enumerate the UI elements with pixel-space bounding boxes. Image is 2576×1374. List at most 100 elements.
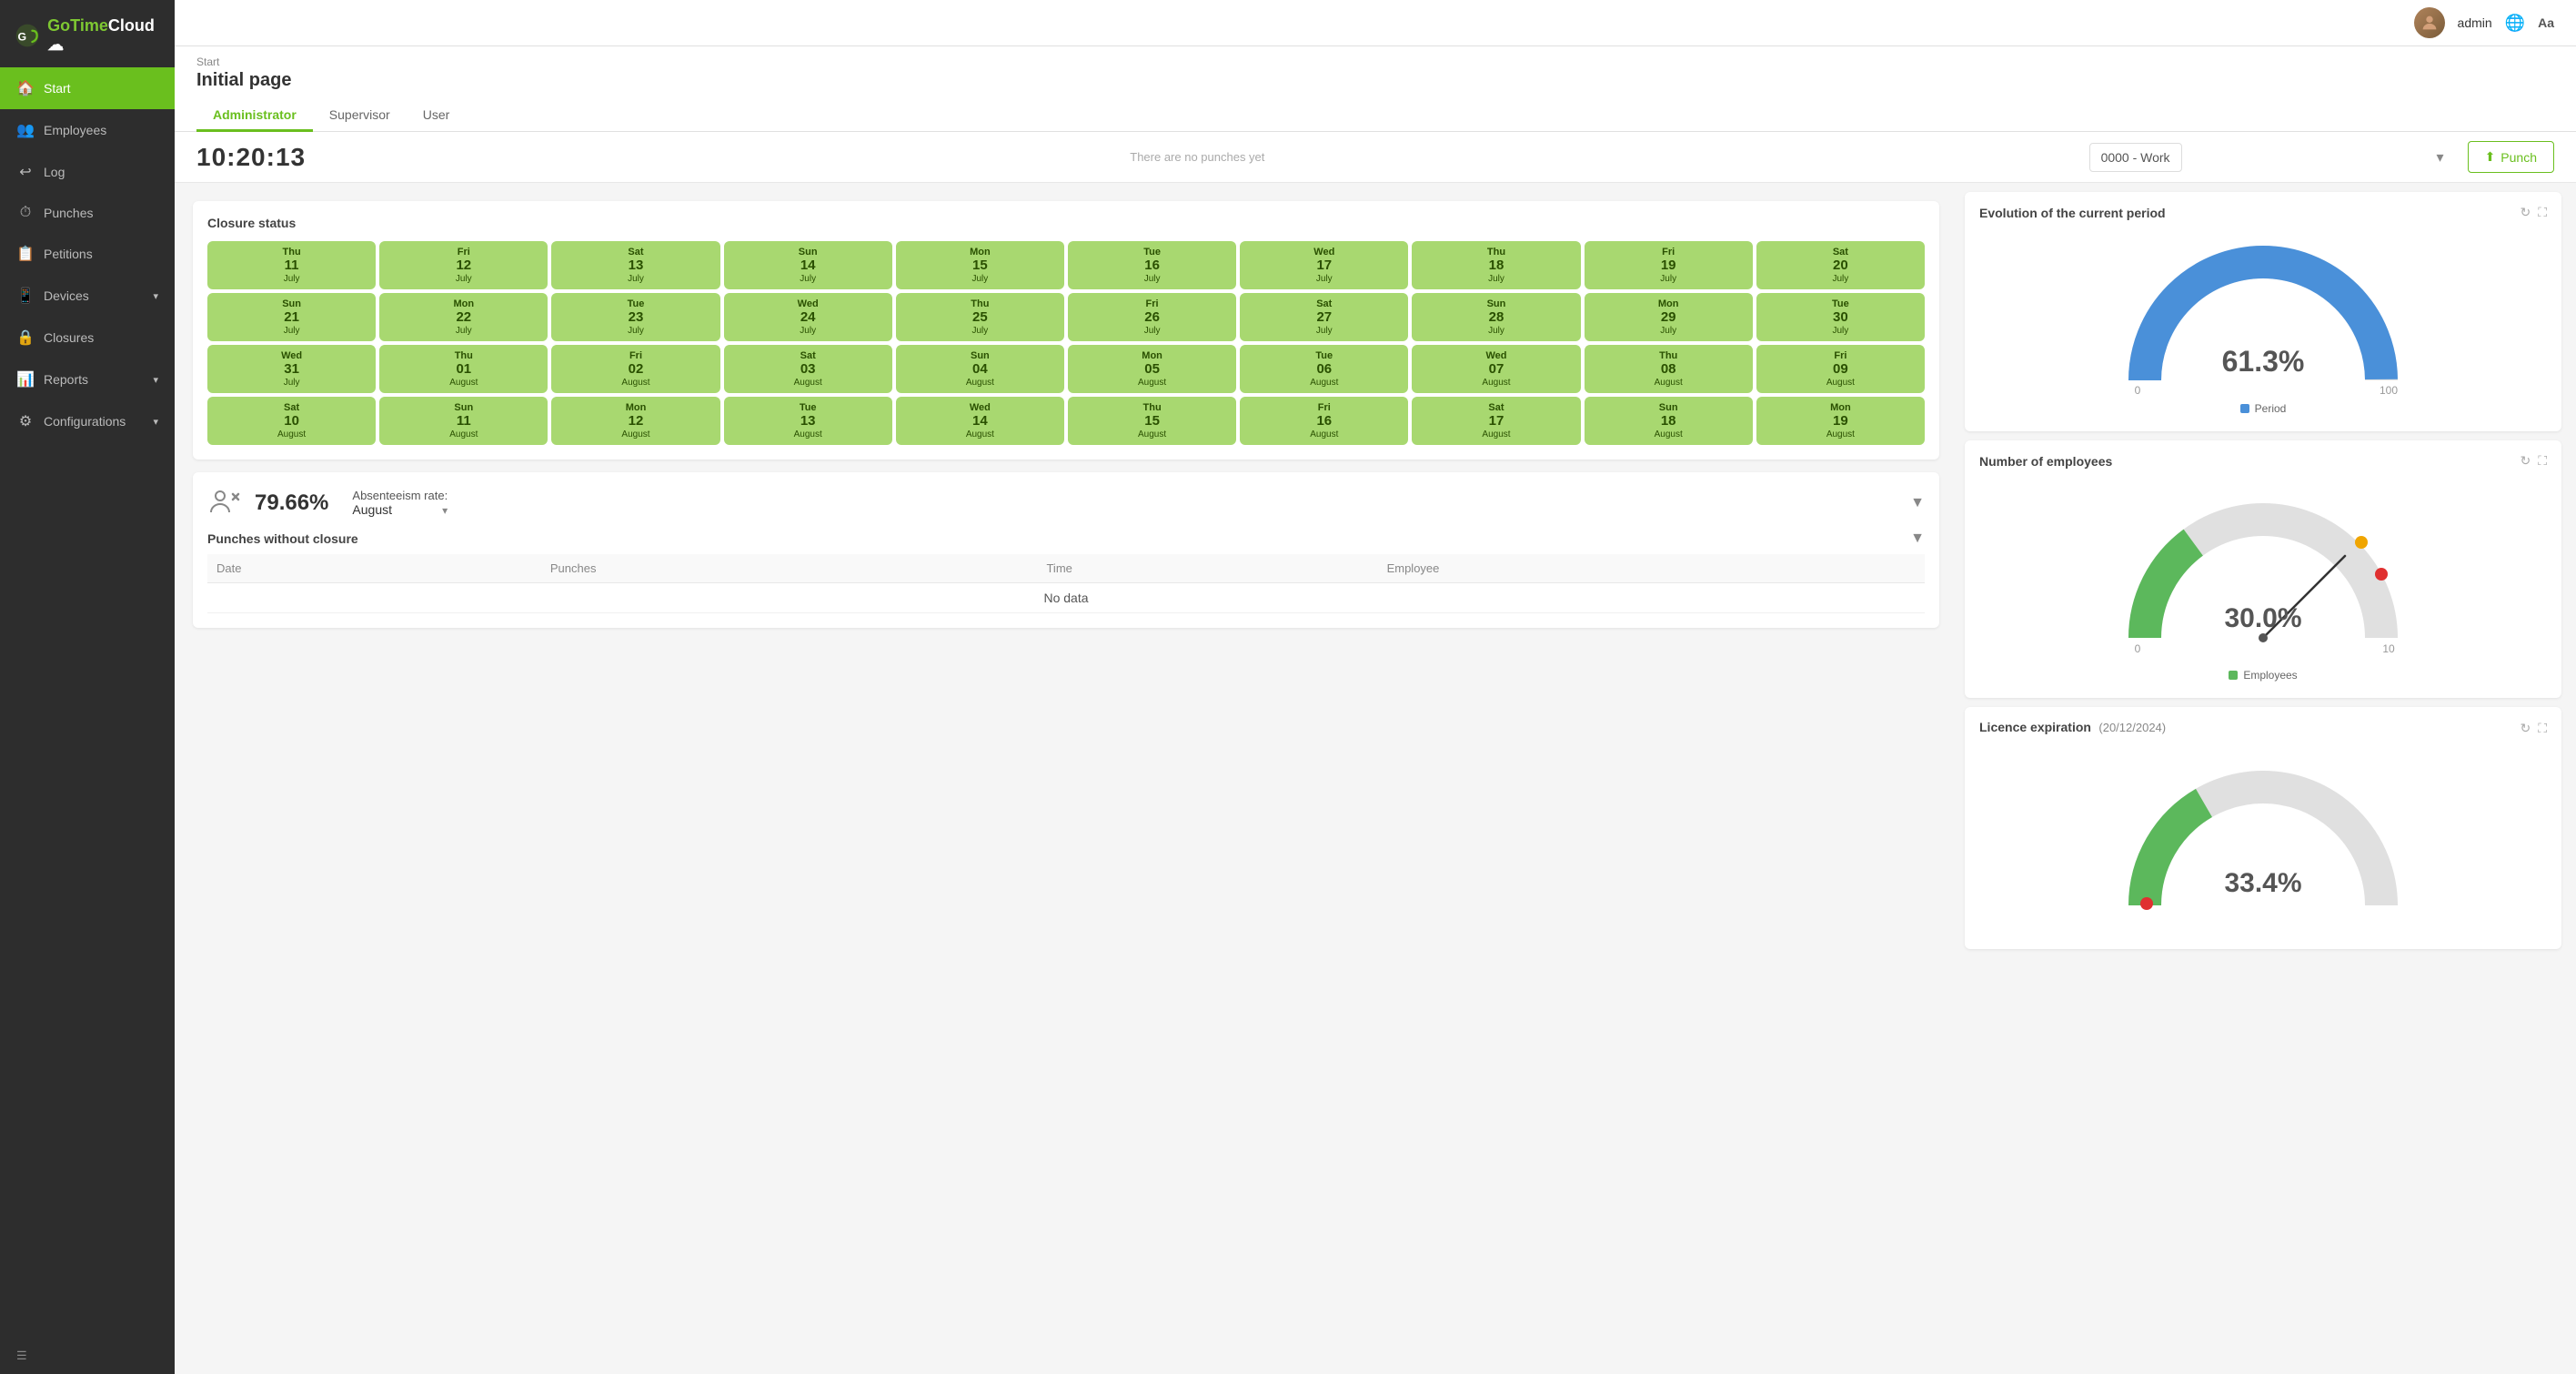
calendar-cell[interactable]: Mon15July — [896, 241, 1064, 289]
punches-icon: ⏱ — [16, 205, 35, 221]
calendar-cell[interactable]: Sun18August — [1585, 397, 1753, 445]
calendar-cell[interactable]: Tue23July — [551, 293, 719, 341]
closure-status-title: Closure status — [207, 216, 1925, 230]
current-time: 10:20:13 — [196, 143, 306, 172]
col-date: Date — [207, 554, 541, 583]
calendar-cell[interactable]: Mon19August — [1756, 397, 1925, 445]
calendar-cell[interactable]: Sat20July — [1756, 241, 1925, 289]
calendar-cell[interactable]: Sat10August — [207, 397, 376, 445]
sidebar-item-devices[interactable]: 📱 Devices ▾ — [0, 275, 175, 317]
calendar-cell[interactable]: Mon22July — [379, 293, 548, 341]
sidebar-item-start[interactable]: 🏠 Start — [0, 67, 175, 109]
licence-chart-title-group: Licence expiration (20/12/2024) — [1979, 720, 2166, 736]
filter-icon-absenteeism[interactable]: ▼ — [1910, 495, 1925, 511]
calendar-cell[interactable]: Thu25July — [896, 293, 1064, 341]
filter-icon-table[interactable]: ▼ — [1910, 530, 1925, 547]
closures-icon: 🔒 — [16, 328, 35, 347]
employees-chart-title: Number of employees — [1979, 454, 2112, 469]
sidebar-item-log[interactable]: ↩ Log — [0, 151, 175, 193]
employees-fullscreen-button[interactable]: ⛶ — [2538, 453, 2547, 469]
tab-supervisor[interactable]: Supervisor — [313, 100, 407, 132]
no-punches-text: There are no punches yet — [320, 150, 2074, 164]
calendar-cell[interactable]: Mon05August — [1068, 345, 1236, 393]
calendar-cell[interactable]: Sat13July — [551, 241, 719, 289]
punch-type-select[interactable]: 0000 - Work — [2089, 143, 2182, 172]
calendar-cell[interactable]: Mon29July — [1585, 293, 1753, 341]
employees-refresh-button[interactable]: ↻ — [2520, 453, 2531, 469]
calendar-cell[interactable]: Sun11August — [379, 397, 548, 445]
absenteeism-rate-label: Absenteeism rate: — [352, 489, 448, 502]
calendar-cell[interactable]: Fri26July — [1068, 293, 1236, 341]
licence-chart-title: Licence expiration — [1979, 720, 2091, 734]
calendar-cell[interactable]: Fri12July — [379, 241, 548, 289]
sidebar-item-log-label: Log — [44, 165, 65, 179]
logo: G GoTimeCloud ☁ — [0, 0, 175, 67]
font-size-button[interactable]: Aa — [2538, 15, 2554, 30]
calendar-cell[interactable]: Sat17August — [1412, 397, 1580, 445]
absenteeism-value: 79.66% — [255, 490, 328, 516]
svg-text:33.4%: 33.4% — [2224, 868, 2301, 898]
licence-fullscreen-button[interactable]: ⛶ — [2538, 721, 2547, 736]
licence-refresh-button[interactable]: ↻ — [2520, 721, 2531, 736]
calendar-cell[interactable]: Mon12August — [551, 397, 719, 445]
calendar-cell[interactable]: Thu15August — [1068, 397, 1236, 445]
licence-gauge-svg: 33.4% — [2118, 751, 2409, 933]
right-panel: Evolution of the current period ↻ ⛶ 0 — [1957, 183, 2576, 1374]
calendar-cell[interactable]: Thu01August — [379, 345, 548, 393]
calendar-cell[interactable]: Wed24July — [724, 293, 892, 341]
sidebar-item-reports[interactable]: 📊 Reports ▾ — [0, 359, 175, 400]
punches-table-header: Punches without closure ▼ — [207, 530, 1925, 547]
sidebar-item-punches-label: Punches — [44, 206, 93, 220]
calendar-cell[interactable]: Sun14July — [724, 241, 892, 289]
globe-icon[interactable]: 🌐 — [2505, 14, 2525, 33]
calendar-cell[interactable]: Fri16August — [1240, 397, 1408, 445]
punch-button[interactable]: ⬆ Punch — [2468, 141, 2554, 173]
calendar-cell[interactable]: Tue13August — [724, 397, 892, 445]
calendar-cell[interactable]: Wed17July — [1240, 241, 1408, 289]
punches-table-title: Punches without closure — [207, 531, 358, 546]
calendar-cell[interactable]: Sat03August — [724, 345, 892, 393]
calendar-cell[interactable]: Sun04August — [896, 345, 1064, 393]
calendar-cell[interactable]: Tue16July — [1068, 241, 1236, 289]
svg-text:30.0%: 30.0% — [2224, 603, 2301, 633]
employees-legend: Employees — [2229, 669, 2297, 682]
calendar-cell[interactable]: Sun21July — [207, 293, 376, 341]
punch-bar: 10:20:13 There are no punches yet 0000 -… — [175, 132, 2576, 183]
calendar-cell[interactable]: Tue30July — [1756, 293, 1925, 341]
calendar-cell[interactable]: Thu11July — [207, 241, 376, 289]
sidebar-item-configurations[interactable]: ⚙ Configurations ▾ — [0, 400, 175, 442]
evolution-fullscreen-button[interactable]: ⛶ — [2538, 205, 2547, 220]
sidebar-collapse-button[interactable]: ☰ — [0, 1338, 175, 1374]
sidebar-item-closures[interactable]: 🔒 Closures — [0, 317, 175, 359]
calendar-cell[interactable]: Wed31July — [207, 345, 376, 393]
calendar-cell[interactable]: Wed07August — [1412, 345, 1580, 393]
sidebar-item-punches[interactable]: ⏱ Punches — [0, 193, 175, 233]
punches-table: Date Punches Time Employee No data — [207, 554, 1925, 613]
sidebar-item-employees[interactable]: 👥 Employees — [0, 109, 175, 151]
calendar-cell[interactable]: Tue06August — [1240, 345, 1408, 393]
configurations-icon: ⚙ — [16, 412, 35, 430]
calendar-cell[interactable]: Wed14August — [896, 397, 1064, 445]
calendar-cell[interactable]: Fri02August — [551, 345, 719, 393]
devices-icon: 📱 — [16, 287, 35, 305]
absenteeism-icon — [207, 487, 240, 520]
col-punches: Punches — [541, 554, 1038, 583]
absenteeism-month-select[interactable]: August July June — [352, 502, 410, 517]
calendar-cell[interactable]: Thu08August — [1585, 345, 1753, 393]
calendar-cell[interactable]: Sun28July — [1412, 293, 1580, 341]
evolution-chart-title: Evolution of the current period — [1979, 206, 2166, 220]
content-area: Closure status Thu11JulyFri12JulySat13Ju… — [175, 183, 2576, 1374]
calendar-cell[interactable]: Sat27July — [1240, 293, 1408, 341]
sidebar-item-reports-label: Reports — [44, 372, 88, 387]
sidebar-item-petitions[interactable]: 📋 Petitions — [0, 233, 175, 275]
evolution-refresh-button[interactable]: ↻ — [2520, 205, 2531, 220]
calendar-cell[interactable]: Thu18July — [1412, 241, 1580, 289]
evolution-gauge-svg: 0 100 61.3% — [2118, 235, 2409, 399]
calendar-cell[interactable]: Fri09August — [1756, 345, 1925, 393]
tab-user[interactable]: User — [407, 100, 467, 132]
sidebar-item-configurations-label: Configurations — [44, 414, 126, 429]
sidebar-item-employees-label: Employees — [44, 123, 106, 137]
tab-administrator[interactable]: Administrator — [196, 100, 313, 132]
left-panel: Closure status Thu11JulyFri12JulySat13Ju… — [175, 183, 1957, 1374]
calendar-cell[interactable]: Fri19July — [1585, 241, 1753, 289]
